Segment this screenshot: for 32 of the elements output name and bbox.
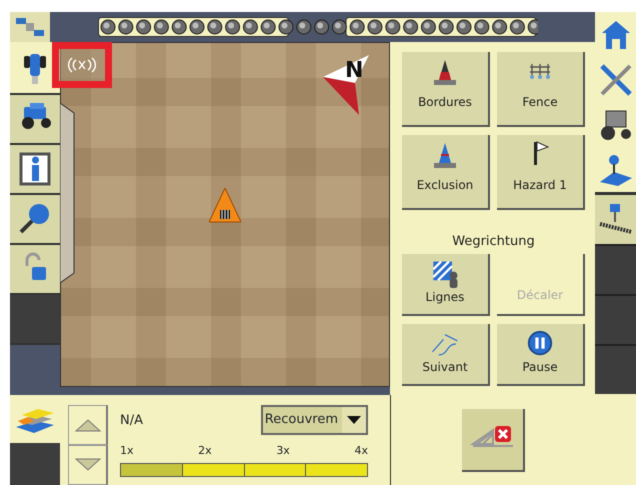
field-map[interactable]: N: [60, 42, 390, 387]
empty-panel: [10, 443, 60, 485]
vehicle-icon: [209, 188, 241, 223]
action-button[interactable]: Hazard 1: [497, 135, 585, 210]
down-arrow-button[interactable]: [68, 445, 108, 485]
up-arrow-button[interactable]: [68, 405, 108, 445]
scale-label: 4x: [354, 443, 368, 459]
coverage-value: N/A: [120, 412, 143, 430]
coverage-dropdown[interactable]: Recouvrem: [260, 405, 368, 435]
action-button[interactable]: Suivant: [402, 324, 490, 386]
up-triangle-icon: [74, 417, 102, 433]
down-triangle-icon: [74, 457, 102, 473]
side-tab[interactable]: [10, 245, 60, 295]
info-icon: [18, 151, 52, 187]
action-button[interactable]: Bordures: [402, 52, 490, 127]
side-tab[interactable]: [10, 195, 60, 245]
scale-label: 1x: [120, 443, 134, 459]
action-button[interactable]: Lignes: [402, 254, 490, 316]
tools-icon[interactable]: [598, 62, 634, 98]
side-tab[interactable]: [10, 95, 60, 145]
delete-boundary-button[interactable]: [462, 408, 525, 472]
section-title: Wegrichtung: [451, 233, 536, 251]
side-tab[interactable]: [10, 42, 60, 95]
action-button[interactable]: Fence: [497, 52, 585, 127]
side-tab[interactable]: [10, 145, 60, 195]
action-button[interactable]: Pause: [497, 324, 585, 386]
action-button[interactable]: Exclusion: [402, 135, 490, 210]
flag-icon: [532, 141, 548, 166]
scale-label: 2x: [198, 443, 212, 459]
caret-icon: [347, 416, 361, 424]
scale-label: 3x: [276, 443, 290, 459]
panel-flap-drawing[interactable]: [60, 103, 76, 283]
